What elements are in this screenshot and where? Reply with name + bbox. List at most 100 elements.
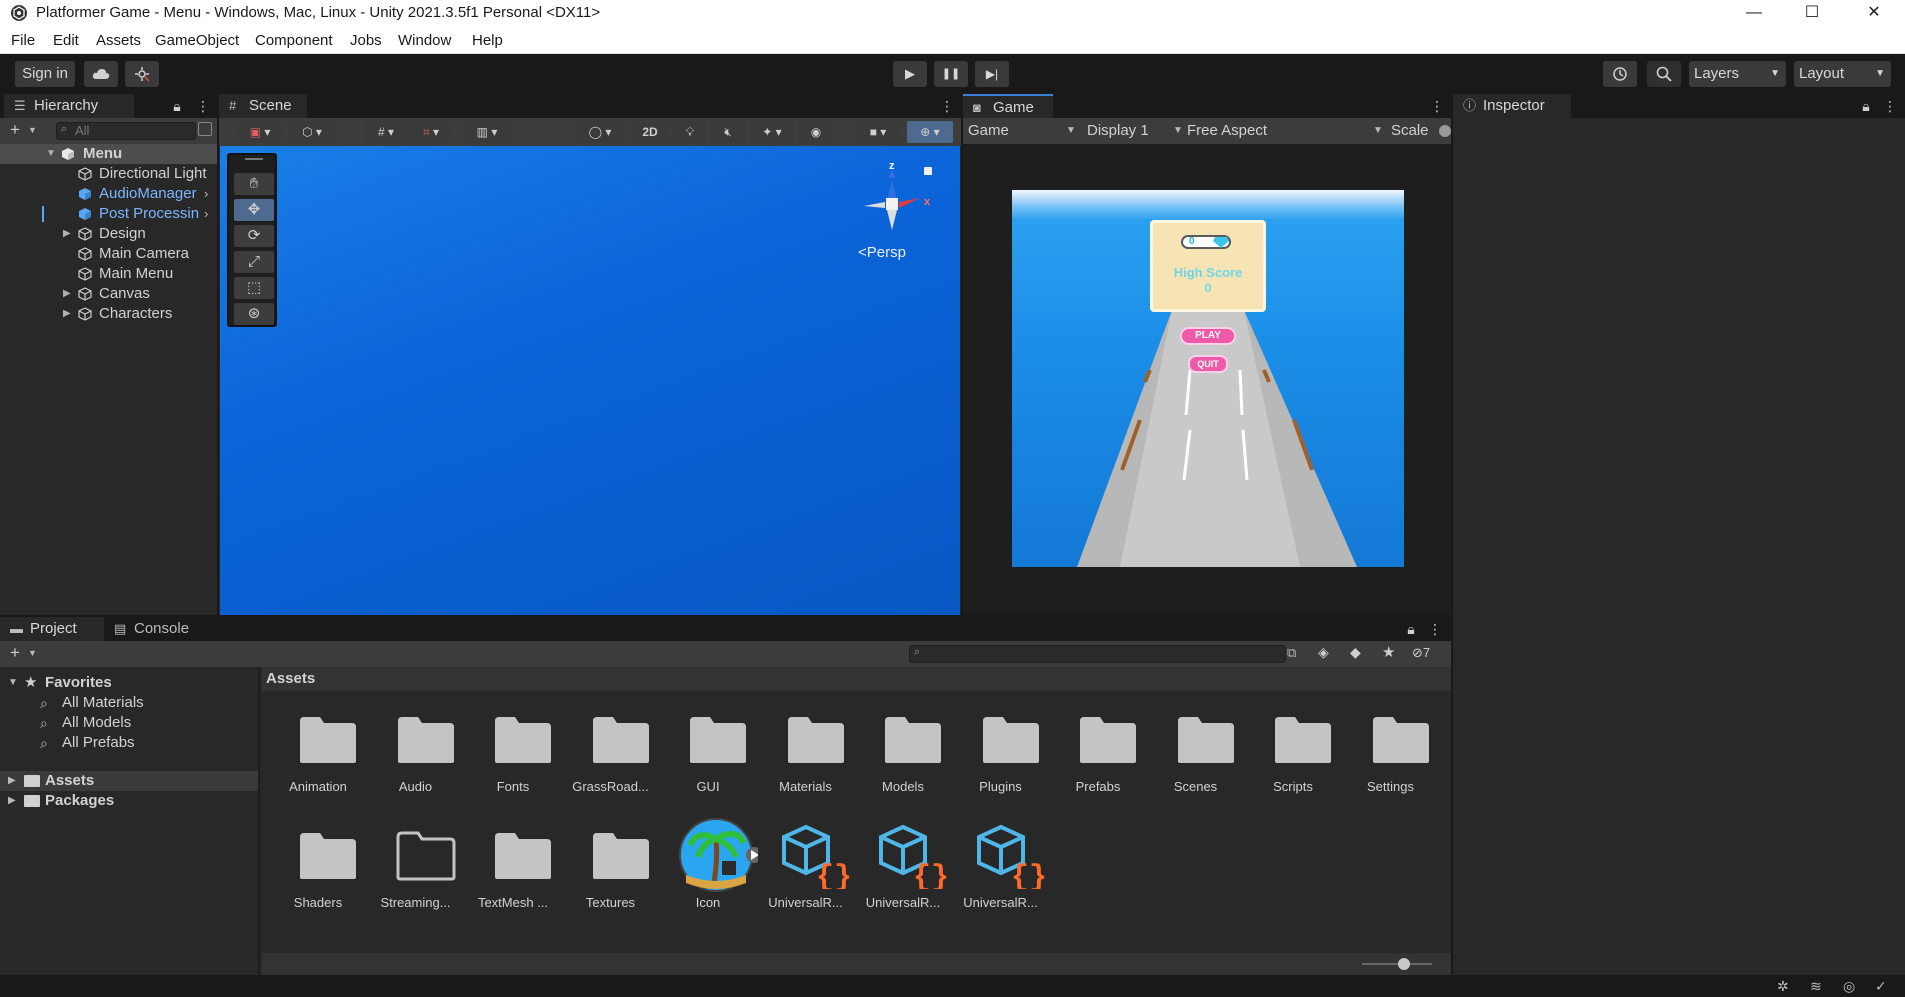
rect-tool-button[interactable]: ⬚ [234,277,274,299]
layers-stack-icon[interactable]: ≋ [1810,978,1822,995]
menu-component[interactable]: Component [255,32,333,49]
asset-item[interactable]: Prefabs [1050,701,1146,801]
zoom-slider[interactable] [1362,963,1432,965]
increment-snap-dropdown[interactable]: ▥ ▾ [464,121,510,143]
kebab-menu-icon[interactable]: ⋮ [1428,620,1442,638]
game-viewport[interactable]: 0 High Score 0 PLAY QUIT [1012,190,1404,567]
rotate-tool-button[interactable]: ⟳ [234,225,274,247]
camera-dropdown[interactable]: ■ ▾ [855,121,901,143]
aspect-dropdown[interactable]: Free Aspect ▼ [1187,121,1383,141]
expand-arrow-icon[interactable]: ▶ [8,771,16,791]
grid-dropdown[interactable]: # ▾ [363,121,409,143]
hierarchy-search-input[interactable]: All [56,122,196,140]
star-icon[interactable]: ★ [1382,643,1395,661]
lighting-toggle[interactable]: 💡︎ [673,121,707,143]
tab-project[interactable]: ▬ Project [0,617,104,641]
menu-gameobject[interactable]: GameObject [155,32,239,49]
effects-dropdown[interactable]: ✦ ▾ [749,121,795,143]
hierarchy-item-characters[interactable]: ▶ Characters [0,304,217,324]
menu-window[interactable]: Window [398,32,451,49]
kebab-menu-icon[interactable]: ⋮ [1430,97,1444,115]
tree-packages[interactable]: ▶ Packages [0,791,258,811]
tree-favorites[interactable]: ▼ ★ Favorites [0,673,258,693]
chevron-right-icon[interactable]: › [204,204,208,224]
transform-tool-button[interactable]: ⊛ [234,303,274,325]
hierarchy-item-audiomanager[interactable]: AudioManager › [0,184,217,204]
asset-item[interactable]: {} UniversalR... [855,817,951,917]
tab-inspector[interactable]: ⓘ Inspector [1453,94,1571,118]
asset-item[interactable]: Scenes [1148,701,1244,801]
tree-all-materials[interactable]: ⌕ All Materials [0,693,258,713]
expand-arrow-icon[interactable]: ▼ [8,673,18,693]
asset-item[interactable]: Fonts [465,701,561,801]
expand-arrow-icon[interactable]: ▶ [63,304,71,324]
asset-item[interactable]: {} UniversalR... [953,817,1049,917]
chevron-right-icon[interactable]: › [204,184,208,204]
hierarchy-item-menu[interactable]: ▼ Menu [0,144,217,164]
hidden-packages-toggle[interactable]: ⊘7 [1412,645,1430,661]
hand-tool-button[interactable]: ✋︎ [234,173,274,195]
lock-icon[interactable] [924,167,932,175]
tree-all-prefabs[interactable]: ⌕ All Prefabs [0,733,258,753]
asset-item[interactable]: TextMesh ... [465,817,561,917]
lock-icon[interactable]: 🔒︎ [1861,97,1871,115]
chevron-down-icon[interactable]: ▼ [28,125,37,135]
cloud-button[interactable] [84,61,118,87]
scale-slider-thumb[interactable] [1439,125,1451,137]
scale-tool-button[interactable]: ⤢ [234,251,274,273]
tree-all-models[interactable]: ⌕ All Models [0,713,258,733]
maximize-button[interactable]: ☐ [1783,0,1841,26]
hierarchy-item-post-processing[interactable]: Post Processing › [0,204,217,224]
menu-assets[interactable]: Assets [96,32,141,49]
sign-in-button[interactable]: Sign in [15,61,75,87]
play-game-button[interactable]: PLAY [1180,327,1236,345]
hierarchy-item-main-camera[interactable]: Main Camera [0,244,217,264]
scale-slider[interactable]: Scale [1391,121,1451,141]
toggle-2d-button[interactable]: 2D [631,121,669,143]
tab-hierarchy[interactable]: ☰ Hierarchy [4,94,134,118]
kebab-menu-icon[interactable]: ⋮ [196,97,210,115]
hidden-objects-toggle[interactable]: ◉ [799,121,833,143]
audio-toggle[interactable]: 🔇︎ [711,121,745,143]
minimize-button[interactable]: — [1725,0,1783,26]
layout-dropdown[interactable]: Layout ▼ [1794,61,1891,87]
display-dropdown[interactable]: Display 1 ▼ [1087,121,1183,141]
lighting-icon[interactable]: ◎ [1843,978,1855,995]
gizmos-dropdown[interactable]: ⊕ ▾ [907,121,953,143]
asset-item[interactable]: Models [855,701,951,801]
tab-console[interactable]: ▤ Console [104,617,204,641]
hierarchy-item-design[interactable]: ▶ Design [0,224,217,244]
asset-item[interactable]: Settings [1343,701,1439,801]
menu-help[interactable]: Help [472,32,503,49]
search-options-icon[interactable] [198,122,212,136]
asset-item[interactable]: {} UniversalR... [758,817,854,917]
draw-mode-dropdown[interactable]: ▣ ▾ [237,121,283,143]
add-icon[interactable]: + [10,120,20,140]
expand-arrow-icon[interactable]: ▶ [63,224,71,244]
search-options-icon[interactable]: ⧉ [1287,645,1305,663]
asset-item[interactable]: Audio [368,701,464,801]
hierarchy-item-directional-light[interactable]: Directional Light [0,164,217,184]
move-tool-button[interactable]: ✥ [234,199,274,221]
search-toolbar-button[interactable] [1647,61,1681,87]
render-mode-dropdown[interactable]: ◯ ▾ [577,121,623,143]
asset-item[interactable]: GUI [660,701,756,801]
asset-item[interactable]: Textures [563,817,659,917]
add-icon[interactable]: + [10,643,20,663]
asset-item[interactable]: Streaming... [368,817,464,917]
game-mode-dropdown[interactable]: Game ▼ [968,121,1076,141]
asset-item[interactable]: GrassRoad... [563,701,659,801]
breadcrumb-assets[interactable]: Assets [266,670,315,687]
view-options-dropdown[interactable]: ⬡ ▾ [289,121,335,143]
history-button[interactable] [1603,61,1637,87]
menu-file[interactable]: File [11,32,35,49]
zoom-slider-thumb[interactable] [1398,958,1410,970]
debug-icon[interactable]: ✲ [1777,978,1789,995]
snap-dropdown[interactable]: ⌗ ▾ [411,121,451,143]
asset-item[interactable]: Materials [758,701,854,801]
filter-type-icon[interactable]: ◈ [1318,644,1329,661]
collab-button[interactable] [125,61,159,87]
pause-button[interactable]: ❚❚ [934,61,968,87]
project-search-input[interactable] [909,645,1286,663]
asset-item[interactable]: Scripts [1245,701,1341,801]
